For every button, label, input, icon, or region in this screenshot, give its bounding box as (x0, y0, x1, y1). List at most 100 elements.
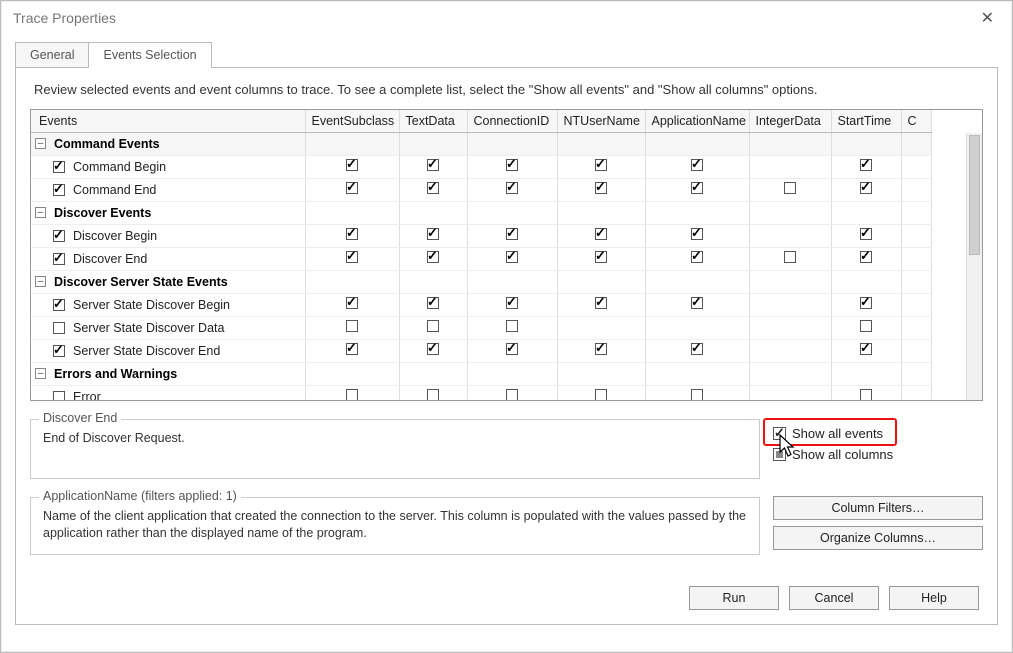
close-icon[interactable]: ✕ (973, 4, 1002, 32)
cell-checkbox[interactable] (346, 228, 358, 240)
cell-checkbox[interactable] (346, 251, 358, 263)
event-row[interactable]: Discover End (31, 247, 931, 270)
cell-checkbox[interactable] (860, 159, 872, 171)
cell-checkbox[interactable] (506, 159, 518, 171)
cell-checkbox[interactable] (595, 182, 607, 194)
cell-checkbox[interactable] (427, 297, 439, 309)
show-all-panel: Show all events Show all columns (773, 426, 983, 468)
cell-checkbox[interactable] (784, 182, 796, 194)
cell-checkbox[interactable] (691, 251, 703, 263)
group-label: Command Events (54, 137, 160, 151)
cell-checkbox[interactable] (427, 320, 439, 332)
col-starttime[interactable]: StartTime (831, 110, 901, 132)
cancel-button[interactable]: Cancel (789, 586, 879, 610)
col-integerdata[interactable]: IntegerData (749, 110, 831, 132)
cell-checkbox[interactable] (860, 251, 872, 263)
cell-checkbox[interactable] (595, 389, 607, 400)
organize-columns-button[interactable]: Organize Columns… (773, 526, 983, 550)
cell-checkbox[interactable] (346, 159, 358, 171)
cell-checkbox[interactable] (595, 228, 607, 240)
event-label: Command Begin (73, 160, 166, 174)
cell-checkbox[interactable] (860, 320, 872, 332)
grid-vertical-scrollbar[interactable] (966, 133, 982, 400)
tab-body-events-selection: Review selected events and event columns… (15, 67, 998, 625)
row-select-checkbox[interactable] (53, 322, 65, 334)
cell-checkbox[interactable] (506, 343, 518, 355)
cell-checkbox[interactable] (860, 228, 872, 240)
col-overflow[interactable]: C (901, 110, 931, 132)
cell-checkbox[interactable] (427, 251, 439, 263)
cell-checkbox[interactable] (346, 297, 358, 309)
expand-toggle-icon[interactable]: – (35, 138, 46, 149)
scroll-thumb[interactable] (969, 135, 980, 255)
cell-checkbox[interactable] (506, 182, 518, 194)
titlebar: Trace Properties ✕ (1, 1, 1012, 35)
cell-checkbox[interactable] (427, 159, 439, 171)
row-select-checkbox[interactable] (53, 253, 65, 265)
event-label: Discover Begin (73, 229, 157, 243)
cell-checkbox[interactable] (346, 343, 358, 355)
help-button[interactable]: Help (889, 586, 979, 610)
cell-checkbox[interactable] (860, 343, 872, 355)
row-select-checkbox[interactable] (53, 230, 65, 242)
col-connectionid[interactable]: ConnectionID (467, 110, 557, 132)
column-filters-button[interactable]: Column Filters… (773, 496, 983, 520)
cell-checkbox[interactable] (860, 182, 872, 194)
event-row[interactable]: Error (31, 385, 931, 400)
col-eventsubclass[interactable]: EventSubclass (305, 110, 399, 132)
cell-checkbox[interactable] (427, 389, 439, 400)
cell-checkbox[interactable] (784, 251, 796, 263)
cell-checkbox[interactable] (691, 228, 703, 240)
cell-checkbox[interactable] (427, 228, 439, 240)
expand-toggle-icon[interactable]: – (35, 368, 46, 379)
row-select-checkbox[interactable] (53, 184, 65, 196)
cell-checkbox[interactable] (427, 343, 439, 355)
cell-checkbox[interactable] (691, 343, 703, 355)
cell-checkbox[interactable] (860, 389, 872, 400)
cell-checkbox[interactable] (691, 182, 703, 194)
event-row[interactable]: Command End (31, 178, 931, 201)
expand-toggle-icon[interactable]: – (35, 207, 46, 218)
event-row[interactable]: Server State Discover Begin (31, 293, 931, 316)
event-row[interactable]: Discover Begin (31, 224, 931, 247)
cell-checkbox[interactable] (506, 251, 518, 263)
cell-checkbox[interactable] (691, 297, 703, 309)
tab-general[interactable]: General (15, 42, 89, 68)
cell-checkbox[interactable] (506, 228, 518, 240)
row-select-checkbox[interactable] (53, 345, 65, 357)
row-select-checkbox[interactable] (53, 299, 65, 311)
row-select-checkbox[interactable] (53, 161, 65, 173)
col-ntusername[interactable]: NTUserName (557, 110, 645, 132)
cell-checkbox[interactable] (595, 251, 607, 263)
tab-events-selection[interactable]: Events Selection (88, 42, 211, 68)
events-grid[interactable]: Events EventSubclass TextData Connection… (30, 109, 983, 401)
event-label: Error (73, 390, 101, 401)
cell-checkbox[interactable] (691, 389, 703, 400)
cell-checkbox[interactable] (506, 297, 518, 309)
cell-checkbox[interactable] (595, 297, 607, 309)
cell-checkbox[interactable] (691, 159, 703, 171)
cell-checkbox[interactable] (346, 389, 358, 400)
window-title: Trace Properties (13, 10, 116, 26)
cell-checkbox[interactable] (860, 297, 872, 309)
col-textdata[interactable]: TextData (399, 110, 467, 132)
column-detail-legend: ApplicationName (filters applied: 1) (39, 489, 241, 503)
cell-checkbox[interactable] (427, 182, 439, 194)
cell-checkbox[interactable] (595, 159, 607, 171)
event-row[interactable]: Server State Discover Data (31, 316, 931, 339)
show-all-columns-checkbox[interactable] (773, 448, 786, 461)
group-row: –Errors and Warnings (31, 362, 931, 385)
cell-checkbox[interactable] (506, 320, 518, 332)
cell-checkbox[interactable] (346, 182, 358, 194)
col-events[interactable]: Events (31, 110, 305, 132)
event-row[interactable]: Server State Discover End (31, 339, 931, 362)
expand-toggle-icon[interactable]: – (35, 276, 46, 287)
show-all-events-checkbox[interactable] (773, 427, 786, 440)
cell-checkbox[interactable] (346, 320, 358, 332)
run-button[interactable]: Run (689, 586, 779, 610)
cell-checkbox[interactable] (595, 343, 607, 355)
cell-checkbox[interactable] (506, 389, 518, 400)
event-row[interactable]: Command Begin (31, 155, 931, 178)
col-applicationname[interactable]: ApplicationName (645, 110, 749, 132)
row-select-checkbox[interactable] (53, 391, 65, 401)
